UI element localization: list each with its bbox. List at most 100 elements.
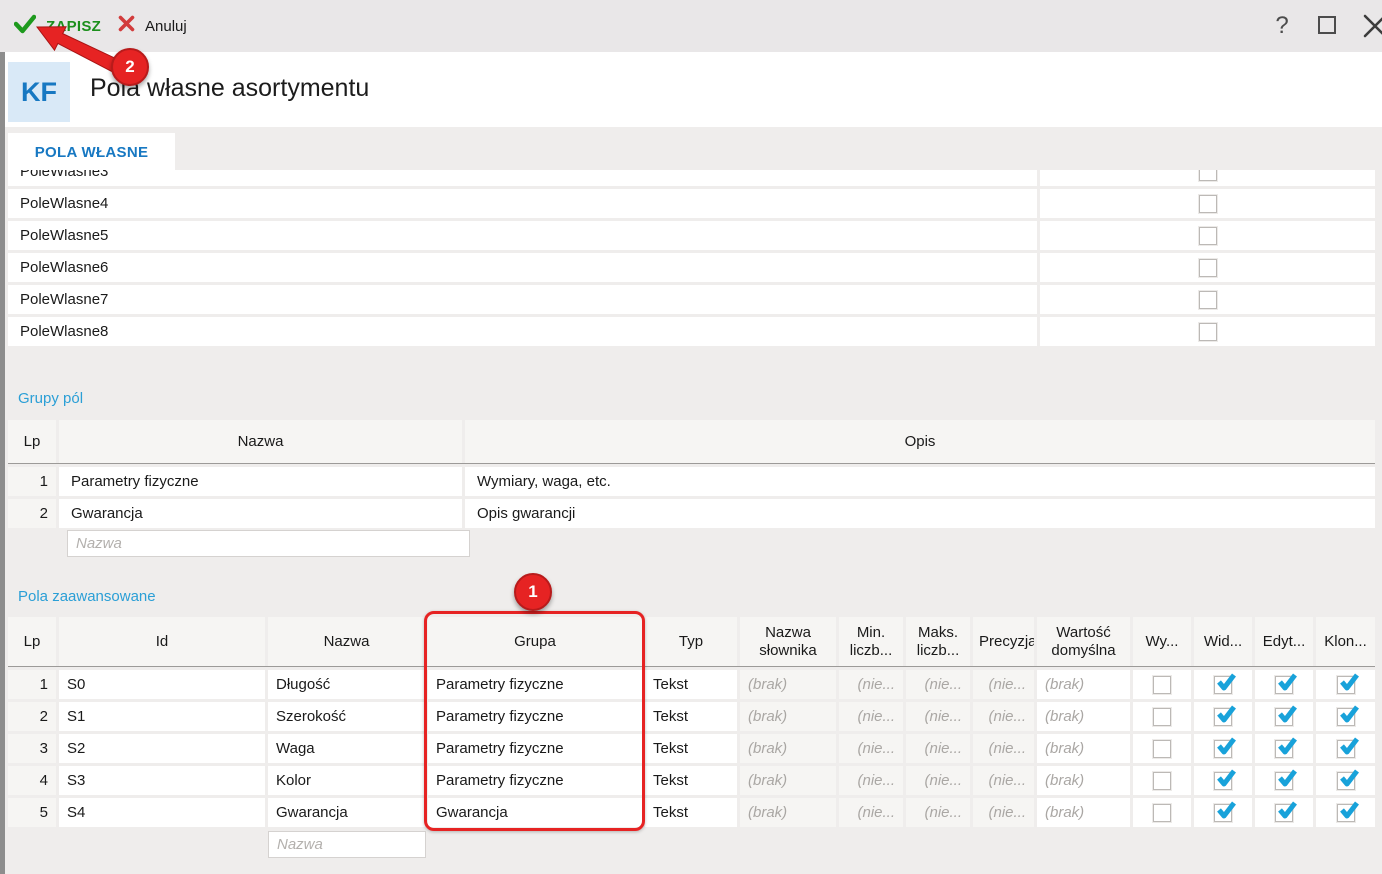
field-check-cell[interactable]	[1040, 253, 1375, 282]
field-check-cell[interactable]	[1040, 189, 1375, 218]
required-check-cell[interactable]	[1133, 670, 1191, 699]
field-name-cell[interactable]: PoleWlasne7	[8, 285, 1037, 314]
checkbox[interactable]	[1337, 804, 1355, 822]
editable-check-cell[interactable]	[1255, 766, 1313, 795]
table-row[interactable]: 2GwarancjaOpis gwarancji	[8, 499, 1375, 528]
type-cell[interactable]: Tekst	[645, 702, 737, 731]
group-name-cell[interactable]: Gwarancja	[59, 499, 462, 528]
field-check-cell[interactable]	[1040, 285, 1375, 314]
group-cell[interactable]: Parametry fizyczne	[428, 734, 642, 763]
checkbox[interactable]	[1153, 708, 1171, 726]
name-cell[interactable]: Gwarancja	[268, 798, 425, 827]
name-cell[interactable]: Szerokość	[268, 702, 425, 731]
checkbox[interactable]	[1153, 740, 1171, 758]
field-check-cell[interactable]	[1040, 317, 1375, 346]
cancel-button[interactable]: Anuluj	[118, 0, 187, 52]
name-cell[interactable]: Kolor	[268, 766, 425, 795]
save-button[interactable]: ZAPISZ	[14, 0, 101, 52]
name-cell[interactable]: Waga	[268, 734, 425, 763]
checkbox[interactable]	[1275, 676, 1293, 694]
editable-check-cell[interactable]	[1255, 702, 1313, 731]
table-row[interactable]: 1Parametry fizyczneWymiary, waga, etc.	[8, 467, 1375, 496]
id-cell[interactable]: S3	[59, 766, 265, 795]
table-row[interactable]: 3S2WagaParametry fizyczneTekst(brak)(nie…	[8, 734, 1375, 763]
help-button[interactable]: ?	[1270, 12, 1294, 40]
groups-new-row-input[interactable]	[67, 530, 470, 557]
table-row[interactable]: 4S3KolorParametry fizyczneTekst(brak)(ni…	[8, 766, 1375, 795]
table-row[interactable]: PoleWlasne4	[8, 189, 1375, 218]
table-row[interactable]: PoleWlasne8	[8, 317, 1375, 346]
group-cell[interactable]: Parametry fizyczne	[428, 766, 642, 795]
checkbox[interactable]	[1214, 676, 1232, 694]
checkbox[interactable]	[1337, 740, 1355, 758]
visible-check-cell[interactable]	[1194, 670, 1252, 699]
checkbox[interactable]	[1275, 708, 1293, 726]
checkbox[interactable]	[1199, 195, 1217, 213]
type-cell[interactable]: Tekst	[645, 734, 737, 763]
checkbox[interactable]	[1337, 772, 1355, 790]
editable-check-cell[interactable]	[1255, 734, 1313, 763]
clone-check-cell[interactable]	[1316, 798, 1375, 827]
name-cell[interactable]: Długość	[268, 670, 425, 699]
checkbox[interactable]	[1199, 170, 1217, 181]
clone-check-cell[interactable]	[1316, 766, 1375, 795]
clone-check-cell[interactable]	[1316, 670, 1375, 699]
checkbox[interactable]	[1153, 804, 1171, 822]
field-name-cell[interactable]: PoleWlasne6	[8, 253, 1037, 282]
group-desc-cell[interactable]: Opis gwarancji	[465, 499, 1375, 528]
table-row[interactable]: PoleWlasne3	[8, 170, 1375, 186]
required-check-cell[interactable]	[1133, 702, 1191, 731]
default-value-cell[interactable]: (brak)	[1037, 734, 1130, 763]
visible-check-cell[interactable]	[1194, 766, 1252, 795]
checkbox[interactable]	[1199, 323, 1217, 341]
checkbox[interactable]	[1153, 676, 1171, 694]
visible-check-cell[interactable]	[1194, 734, 1252, 763]
visible-check-cell[interactable]	[1194, 798, 1252, 827]
table-row[interactable]: 5S4GwarancjaGwarancjaTekst(brak)(nie...(…	[8, 798, 1375, 827]
field-name-cell[interactable]: PoleWlasne8	[8, 317, 1037, 346]
checkbox[interactable]	[1214, 772, 1232, 790]
group-cell[interactable]: Gwarancja	[428, 798, 642, 827]
tab-pola-wlasne[interactable]: POLA WŁASNE	[8, 133, 175, 171]
table-row[interactable]: 1S0DługośćParametry fizyczneTekst(brak)(…	[8, 670, 1375, 699]
field-name-cell[interactable]: PoleWlasne5	[8, 221, 1037, 250]
default-value-cell[interactable]: (brak)	[1037, 766, 1130, 795]
group-cell[interactable]: Parametry fizyczne	[428, 670, 642, 699]
checkbox[interactable]	[1337, 676, 1355, 694]
checkbox[interactable]	[1214, 740, 1232, 758]
close-button[interactable]	[1362, 13, 1382, 44]
field-check-cell[interactable]	[1040, 170, 1375, 186]
group-name-cell[interactable]: Parametry fizyczne	[59, 467, 462, 496]
clone-check-cell[interactable]	[1316, 734, 1375, 763]
field-name-cell[interactable]: PoleWlasne4	[8, 189, 1037, 218]
required-check-cell[interactable]	[1133, 766, 1191, 795]
type-cell[interactable]: Tekst	[645, 798, 737, 827]
id-cell[interactable]: S2	[59, 734, 265, 763]
default-value-cell[interactable]: (brak)	[1037, 702, 1130, 731]
table-row[interactable]: PoleWlasne5	[8, 221, 1375, 250]
visible-check-cell[interactable]	[1194, 702, 1252, 731]
maximize-button[interactable]	[1318, 16, 1336, 34]
checkbox[interactable]	[1214, 804, 1232, 822]
required-check-cell[interactable]	[1133, 798, 1191, 827]
table-row[interactable]: 2S1SzerokośćParametry fizyczneTekst(brak…	[8, 702, 1375, 731]
id-cell[interactable]: S4	[59, 798, 265, 827]
checkbox[interactable]	[1275, 740, 1293, 758]
checkbox[interactable]	[1199, 291, 1217, 309]
group-cell[interactable]: Parametry fizyczne	[428, 702, 642, 731]
default-value-cell[interactable]: (brak)	[1037, 670, 1130, 699]
type-cell[interactable]: Tekst	[645, 670, 737, 699]
group-desc-cell[interactable]: Wymiary, waga, etc.	[465, 467, 1375, 496]
required-check-cell[interactable]	[1133, 734, 1191, 763]
checkbox[interactable]	[1214, 708, 1232, 726]
editable-check-cell[interactable]	[1255, 798, 1313, 827]
advanced-new-row-input[interactable]	[268, 831, 426, 858]
checkbox[interactable]	[1199, 259, 1217, 277]
table-row[interactable]: PoleWlasne6	[8, 253, 1375, 282]
checkbox[interactable]	[1275, 772, 1293, 790]
table-row[interactable]: PoleWlasne7	[8, 285, 1375, 314]
id-cell[interactable]: S1	[59, 702, 265, 731]
field-check-cell[interactable]	[1040, 221, 1375, 250]
field-name-cell[interactable]: PoleWlasne3	[8, 170, 1037, 186]
checkbox[interactable]	[1199, 227, 1217, 245]
